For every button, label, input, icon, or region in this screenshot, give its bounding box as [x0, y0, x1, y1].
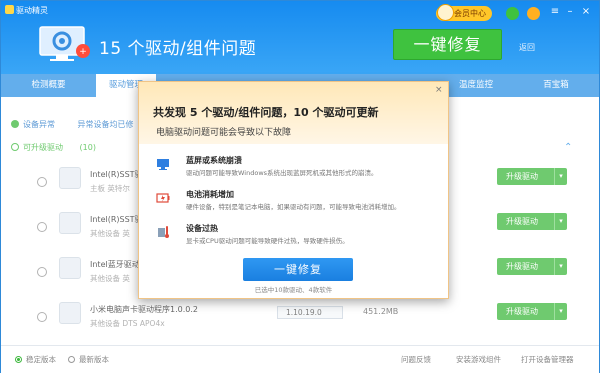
one-click-fix-button[interactable]: 一键修复 [393, 29, 502, 60]
option-label: 最新版本 [79, 355, 109, 364]
page-title: 15 个驱动/组件问题 [99, 39, 257, 59]
avatar[interactable] [437, 4, 454, 21]
issue-desc: 驱动问题可能导致Windows系统出现蓝屏死机或其他形式的崩溃。 [186, 169, 378, 177]
issue-title: 设备过热 [186, 224, 218, 233]
option-label: 稳定版本 [26, 355, 56, 364]
app-name: 驱动精灵 [16, 6, 48, 15]
svg-text:+: + [79, 47, 87, 57]
radio [68, 356, 75, 363]
selection-note: 已选中10款驱动、4款软件 [254, 286, 333, 294]
app-logo-icon [5, 5, 14, 14]
footer: 稳定版本 最新版本 问题反馈 安装游戏组件 打开设备管理器 [1, 345, 599, 373]
radio [15, 356, 22, 363]
back-link[interactable]: 返回 [519, 42, 535, 53]
thermometer-icon [158, 226, 169, 238]
issue-desc: 硬件设备，特别是笔记本电脑，如果驱动有问题，可能导致电池消耗增加。 [186, 203, 401, 211]
computer-gear-icon: + [39, 26, 90, 61]
dialog-title: 共发现 5 个驱动/组件问题，10 个驱动可更新 [153, 106, 379, 119]
stable-version-option[interactable]: 稳定版本 [15, 354, 56, 365]
dialog-subtitle: 电脑驱动问题可能会导致以下故障 [156, 128, 292, 138]
header: 驱动精灵 + 15 个驱动/组件问题 一键修复 返回 会员中心 ≡ – × [1, 1, 599, 74]
issue-desc: 显卡或CPU驱动问题可能导致硬件过热，导致硬件损伤。 [186, 237, 349, 245]
gamepad-icon[interactable] [527, 7, 540, 20]
issue-title: 蓝屏或系统崩溃 [186, 156, 242, 165]
issue-title: 电池消耗增加 [186, 190, 234, 199]
one-click-fix-button[interactable]: 一键修复 [243, 258, 353, 281]
install-game-components-link[interactable]: 安装游戏组件 [456, 354, 501, 365]
feedback-link[interactable]: 问题反馈 [401, 354, 431, 365]
open-device-manager-link[interactable]: 打开设备管理器 [521, 354, 574, 365]
menu-icon[interactable]: ≡ [549, 6, 561, 17]
update-icon[interactable] [506, 7, 519, 20]
app-window: 驱动精灵 + 15 个驱动/组件问题 一键修复 返回 会员中心 ≡ – × 检测… [0, 0, 600, 373]
close-icon[interactable]: × [580, 6, 592, 17]
battery-icon [156, 193, 170, 203]
blue-screen-icon [157, 159, 169, 170]
minimize-icon[interactable]: – [564, 6, 576, 17]
close-icon[interactable]: × [435, 85, 443, 95]
latest-version-option[interactable]: 最新版本 [68, 354, 109, 365]
issues-dialog: × 共发现 5 个驱动/组件问题，10 个驱动可更新 电脑驱动问题可能会导致以下… [138, 81, 449, 299]
